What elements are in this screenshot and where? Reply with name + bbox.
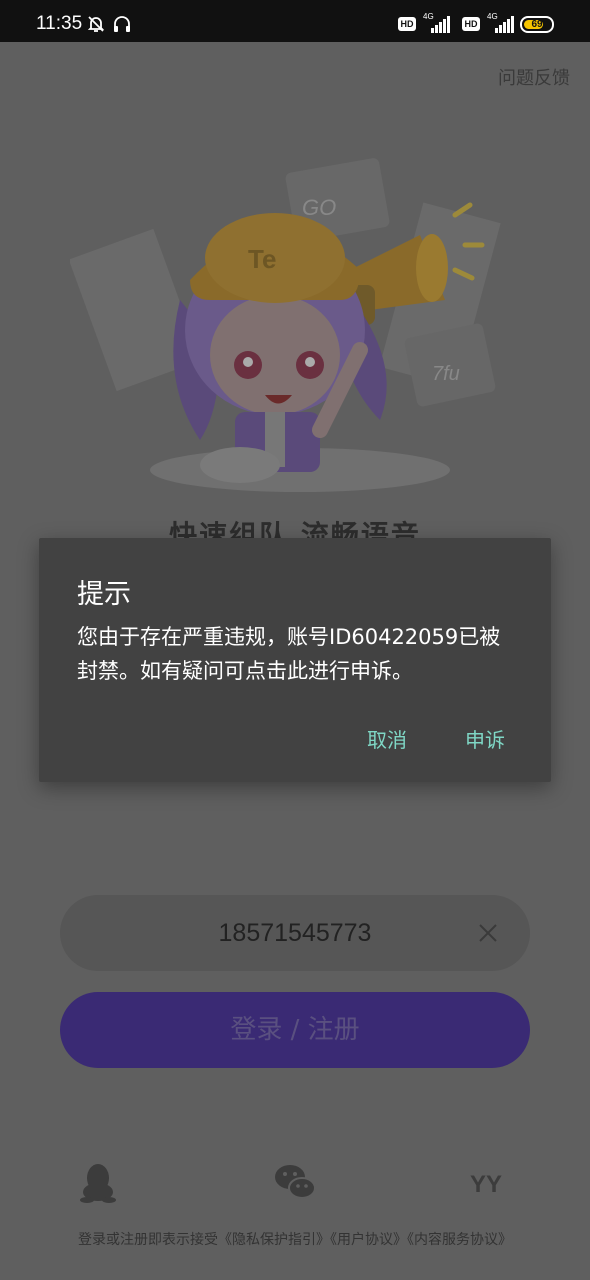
- qq-icon[interactable]: [73, 1160, 123, 1204]
- phone-value[interactable]: 18571545773: [60, 919, 530, 948]
- close-icon[interactable]: [476, 921, 500, 945]
- hero-illustration: GO 7fu Te: [70, 158, 501, 492]
- status-bar: 11:35 HD 4G HD 4G 69: [0, 0, 590, 42]
- signal-icon: 4G: [423, 12, 451, 33]
- ban-notice-dialog: 提示 您由于存在严重违规，账号ID60422059已被封禁。如有疑问可点击此进行…: [39, 538, 551, 782]
- battery-level: 69: [531, 19, 543, 30]
- network-type: 4G: [423, 12, 434, 21]
- appeal-button[interactable]: 申诉: [465, 724, 505, 753]
- bell-off-icon: [87, 16, 105, 32]
- yy-icon[interactable]: YY: [467, 1160, 517, 1204]
- terms-text[interactable]: 登录或注册即表示接受《隐私保护指引》《用户协议》《内容服务协议》: [0, 1229, 590, 1249]
- login-button-label: 登录 / 注册: [230, 1015, 360, 1045]
- phone-input[interactable]: 18571545773: [60, 895, 530, 971]
- cancel-button[interactable]: 取消: [367, 724, 407, 753]
- login-register-button[interactable]: 登录 / 注册: [60, 992, 530, 1068]
- hd-icon: HD: [398, 17, 416, 31]
- status-time: 11:35: [36, 13, 83, 34]
- dialog-message: 您由于存在严重违规，账号ID60422059已被封禁。如有疑问可点击此进行申诉。: [77, 625, 501, 683]
- signal-icon: 4G: [487, 12, 515, 33]
- feedback-link[interactable]: 问题反馈: [498, 64, 570, 90]
- go-badge: GO: [302, 195, 336, 220]
- svg-text:Te: Te: [248, 244, 276, 274]
- yy-label: YY: [470, 1171, 502, 1198]
- hd-icon: HD: [462, 17, 480, 31]
- headset-icon: [114, 16, 130, 32]
- network-type: 4G: [487, 12, 498, 21]
- battery-icon: 69: [520, 16, 554, 33]
- wechat-icon[interactable]: [270, 1160, 320, 1204]
- badge-text: 7fu: [432, 363, 460, 385]
- dialog-title: 提示: [77, 579, 131, 610]
